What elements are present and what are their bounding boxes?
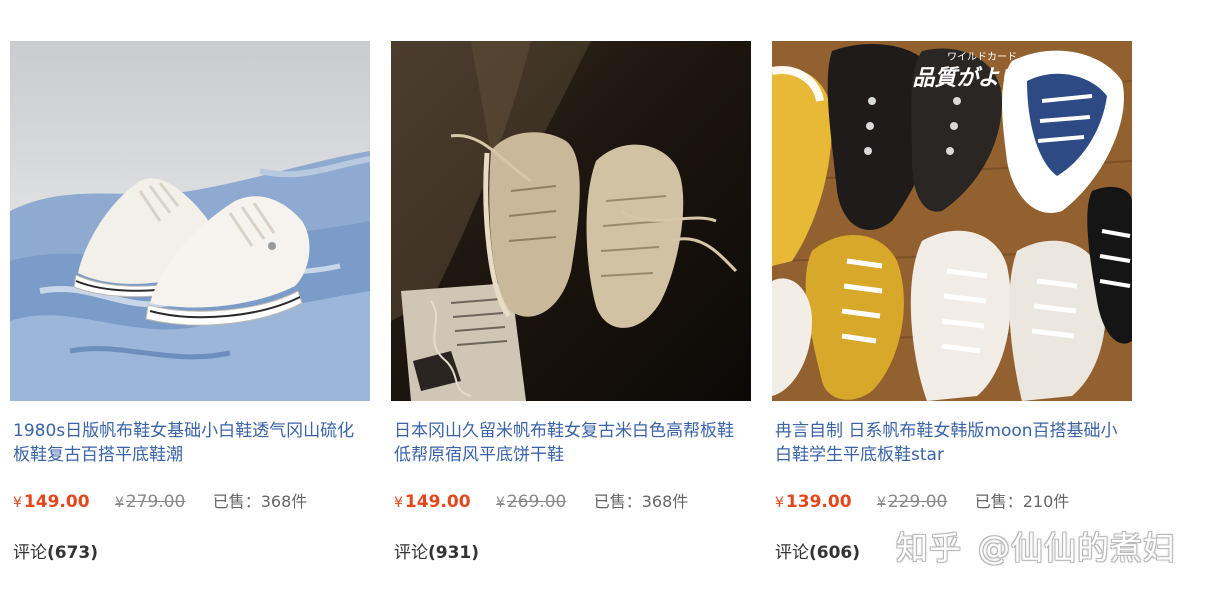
sold-count-3: 已售：210件 <box>974 492 1070 511</box>
comments-label: 评论 <box>775 543 809 563</box>
zhihu-watermark: 知乎 @仙仙的煮妇 <box>896 526 1176 570</box>
currency-symbol: ¥ <box>495 495 505 511</box>
original-price-2: ¥269.00 <box>496 492 566 512</box>
currency-symbol: ¥ <box>13 495 22 511</box>
sold-count-1: 已售：368件 <box>212 492 308 511</box>
current-price-3: ¥139.00 <box>775 492 852 512</box>
price-value: 149.00 <box>23 492 90 512</box>
comments-1[interactable]: 评论(673) <box>13 541 98 565</box>
comments-count: (931) <box>428 543 480 563</box>
product-title-3[interactable]: 冉言自制 日系帆布鞋女韩版moon百搭基础小白鞋学生平底板鞋star <box>775 419 1130 467</box>
original-price-value: 269.00 <box>506 492 567 512</box>
product-card-2[interactable]: 日本冈山久留米帆布鞋女复古米白色高帮板鞋低帮原宿风平底饼干鞋 ¥149.00 ¥… <box>391 41 751 563</box>
product-image-1[interactable] <box>10 41 370 401</box>
price-value: 149.00 <box>404 492 471 512</box>
product-card-3[interactable]: ワイルドカード 品質がよい 冉言自制 日系帆布鞋女韩版moon百搭基础小白鞋学生… <box>772 41 1132 563</box>
currency-symbol: ¥ <box>394 495 403 511</box>
image-text-large: 品質がよい <box>912 66 1022 91</box>
comments-3[interactable]: 评论(606) <box>775 541 860 565</box>
price-value: 139.00 <box>785 492 852 512</box>
sold-count-2: 已售：368件 <box>593 492 689 511</box>
comments-label: 评论 <box>394 543 428 563</box>
currency-symbol: ¥ <box>114 495 124 511</box>
product-title-1[interactable]: 1980s日版帆布鞋女基础小白鞋透气冈山硫化板鞋复古百搭平底鞋潮 <box>13 419 368 467</box>
original-price-1: ¥279.00 <box>115 492 185 512</box>
white-canvas-sneakers-on-denim-image <box>10 41 370 401</box>
colorful-sneakers-circle-image <box>772 41 1132 401</box>
comments-label: 评论 <box>13 543 47 563</box>
comments-2[interactable]: 评论(931) <box>394 541 479 565</box>
product-image-3[interactable]: ワイルドカード 品質がよい <box>772 41 1132 401</box>
currency-symbol: ¥ <box>876 495 886 511</box>
beige-biscuit-sneakers-dark-image <box>391 41 751 401</box>
price-row-3: ¥139.00 ¥229.00 已售：210件 <box>775 490 1130 514</box>
original-price-value: 229.00 <box>887 492 948 512</box>
price-row-2: ¥149.00 ¥269.00 已售：368件 <box>394 490 749 514</box>
comments-count: (673) <box>47 543 99 563</box>
current-price-2: ¥149.00 <box>394 492 471 512</box>
watermark-brand: 知乎 <box>896 529 963 567</box>
original-price-value: 279.00 <box>125 492 186 512</box>
product-card-1[interactable]: 1980s日版帆布鞋女基础小白鞋透气冈山硫化板鞋复古百搭平底鞋潮 ¥149.00… <box>10 41 370 563</box>
watermark-author: @仙仙的煮妇 <box>978 529 1177 567</box>
image-text-small: ワイルドカード <box>947 52 1017 63</box>
price-row-1: ¥149.00 ¥279.00 已售：368件 <box>13 490 368 514</box>
product-title-2[interactable]: 日本冈山久留米帆布鞋女复古米白色高帮板鞋低帮原宿风平底饼干鞋 <box>394 419 749 467</box>
current-price-1: ¥149.00 <box>13 492 90 512</box>
original-price-3: ¥229.00 <box>877 492 947 512</box>
currency-symbol: ¥ <box>775 495 784 511</box>
product-image-2[interactable] <box>391 41 751 401</box>
comments-count: (606) <box>809 543 861 563</box>
